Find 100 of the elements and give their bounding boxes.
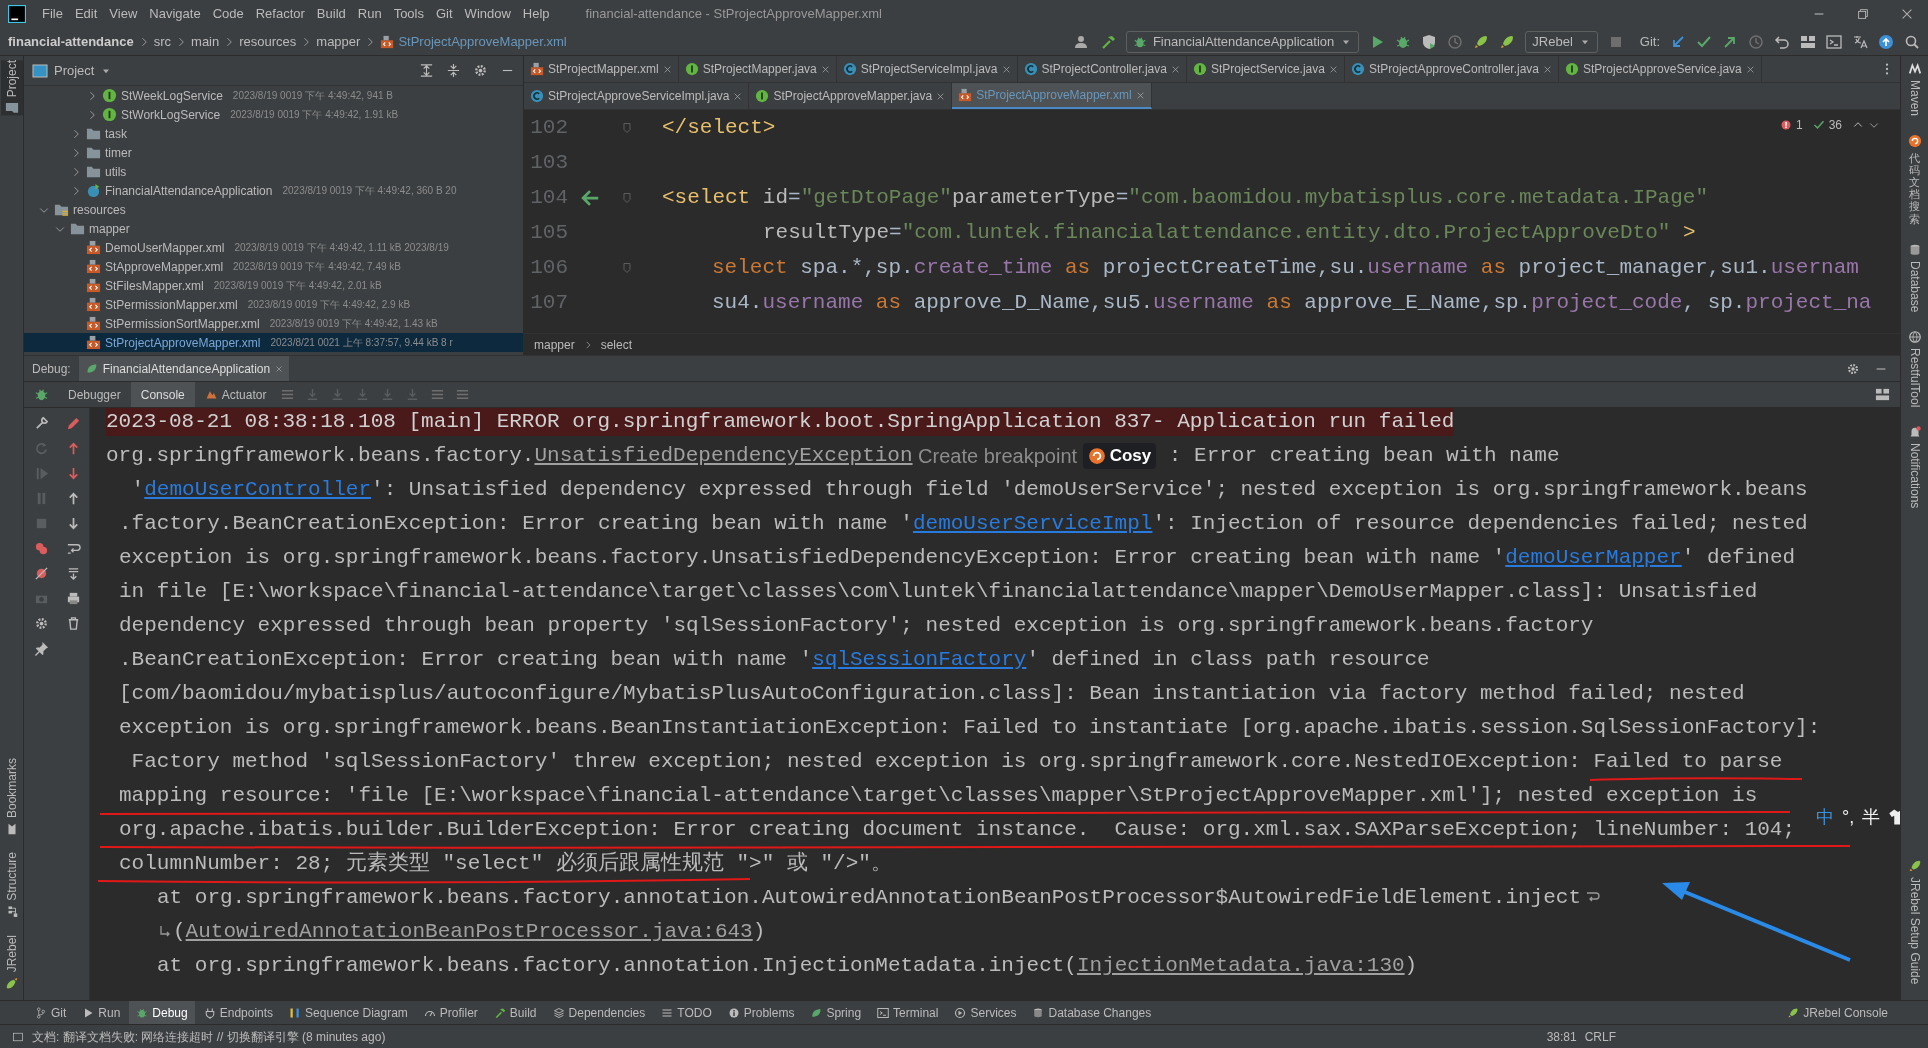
tree-item[interactable]: timer: [24, 143, 523, 162]
close-icon[interactable]: [1543, 64, 1553, 74]
translate-icon[interactable]: [1852, 33, 1868, 50]
menu-item[interactable]: Code: [206, 4, 250, 24]
undo-icon[interactable]: [1774, 33, 1790, 50]
tool-window-button[interactable]: Profiler: [416, 1001, 485, 1024]
menu-item[interactable]: Window: [458, 4, 517, 24]
side-tab[interactable]: Structure: [0, 851, 23, 919]
menu-lines-icon[interactable]: [280, 387, 296, 402]
close-icon[interactable]: [1001, 64, 1011, 74]
layout-icon[interactable]: [1875, 387, 1890, 402]
menu-item[interactable]: Navigate: [143, 4, 207, 24]
menu-item[interactable]: Help: [516, 4, 556, 24]
fold-marker-icon[interactable]: [621, 121, 633, 134]
plugin-badge[interactable]: Cosy: [1082, 443, 1157, 469]
menu-lines-icon[interactable]: [430, 387, 446, 402]
tool-window-button[interactable]: Debug: [129, 1001, 195, 1024]
breadcrumb[interactable]: financial-attendance: [8, 31, 134, 52]
fold-marker-icon[interactable]: [621, 191, 633, 204]
tree-item[interactable]: StFilesMapper.xml 2023/8/19 0019 下午 4:49:42, 2.01 kB: [24, 276, 523, 295]
editor-tab[interactable]: StProjectApproveService.java: [1559, 56, 1762, 82]
side-tab[interactable]: Bookmarks: [0, 757, 23, 836]
side-tab[interactable]: Project: [0, 60, 23, 116]
restore-icon[interactable]: [1856, 7, 1870, 21]
console-link[interactable]: AutowiredAnnotationBeanPostProcessor.java:643: [185, 918, 753, 946]
editor-tab[interactable]: StProjectApproveController.java: [1344, 56, 1560, 82]
caret-position[interactable]: 38:81: [1546, 1027, 1577, 1046]
breadcrumb[interactable]: select: [600, 335, 633, 354]
print-icon[interactable]: [66, 591, 81, 606]
menu-item[interactable]: Tools: [387, 4, 430, 24]
breadcrumb[interactable]: src: [153, 31, 172, 52]
tool-window-button[interactable]: Database Changes: [1025, 1001, 1159, 1024]
tree-item[interactable]: StPermissionSortMapper.xml 2023/8/19 0019 下午 4:49:42, 1.43 kB: [24, 314, 523, 333]
menu-item[interactable]: Run: [351, 4, 388, 24]
breadcrumb[interactable]: main: [191, 31, 220, 52]
soft-wrap-icon[interactable]: [66, 541, 81, 556]
mute-breakpoints-icon[interactable]: [33, 566, 49, 581]
shield-icon[interactable]: [1421, 33, 1438, 50]
scroll-end-icon[interactable]: [66, 566, 81, 581]
side-tab[interactable]: RestfulTool: [1905, 329, 1924, 408]
ime-button[interactable]: °,: [1842, 800, 1855, 834]
close-icon[interactable]: [820, 64, 830, 74]
menu-lines-icon[interactable]: [455, 387, 471, 402]
editor-tab[interactable]: StProjectServiceImpl.java: [836, 56, 1018, 82]
ime-button[interactable]: 中: [1816, 800, 1834, 834]
menu-item[interactable]: Build: [310, 4, 352, 24]
debug-tab[interactable]: Actuator: [194, 382, 277, 407]
menu-item[interactable]: View: [103, 4, 144, 24]
panel-title-dropdown[interactable]: Project: [54, 60, 113, 81]
editor-tab[interactable]: StProjectService.java: [1186, 56, 1345, 82]
settings-icon[interactable]: [33, 616, 49, 631]
tree-item[interactable]: task: [24, 124, 523, 143]
layout-icon[interactable]: [1800, 33, 1816, 50]
user-icon[interactable]: [1073, 33, 1090, 50]
ime-button[interactable]: 半: [1862, 800, 1881, 834]
close-icon[interactable]: [275, 364, 284, 373]
breadcrumb[interactable]: mapper: [534, 335, 575, 354]
close-icon[interactable]: [936, 91, 946, 101]
tree-item[interactable]: DemoUserMapper.xml 2023/8/19 0019 下午 4:49:42, 1.11 kB 2023/8/19: [24, 238, 523, 257]
side-tab[interactable]: Database: [1905, 242, 1924, 312]
close-icon[interactable]: [1328, 64, 1338, 74]
tree-item[interactable]: resources: [24, 200, 523, 219]
close-icon[interactable]: [1135, 90, 1145, 100]
fold-marker-icon[interactable]: [621, 261, 633, 274]
collapse-all-icon[interactable]: [446, 63, 461, 78]
breadcrumb[interactable]: StProjectApproveMapper.xml: [398, 31, 567, 52]
editor-tab[interactable]: StProjectApproveServiceImpl.java: [524, 83, 750, 109]
tree-item[interactable]: StWeekLogService 2023/8/19 0019 下午 4:49:42, 941 B: [24, 86, 523, 105]
tree-item[interactable]: mapper: [24, 219, 523, 238]
console-link[interactable]: UnsatisfiedDependencyException: [534, 442, 913, 470]
tool-window-button[interactable]: Endpoints: [196, 1001, 281, 1024]
tool-window-button[interactable]: Dependencies: [545, 1001, 653, 1024]
tool-window-button[interactable]: Problems: [720, 1001, 802, 1024]
console-link[interactable]: InjectionMetadata.java:130: [1076, 952, 1405, 980]
tree-item[interactable]: StPermissionMapper.xml 2023/8/19 0019 下午 4:49:42, 2.9 kB: [24, 295, 523, 314]
console-link[interactable]: demoUserServiceImpl: [912, 510, 1153, 538]
jrebel-dropdown[interactable]: JRebel: [1525, 30, 1598, 53]
tool-window-button[interactable]: Run: [75, 1001, 128, 1024]
editor-tab[interactable]: StProjectController.java: [1017, 56, 1187, 82]
terminal-icon[interactable]: [1826, 33, 1842, 50]
menu-item[interactable]: Edit: [68, 4, 104, 24]
tool-window-button[interactable]: Services: [947, 1001, 1024, 1024]
editor-tab[interactable]: StProjectMapper.java: [678, 56, 837, 82]
debug-tab[interactable]: Console: [130, 382, 195, 407]
breadcrumb[interactable]: mapper: [316, 31, 361, 52]
close-icon[interactable]: [1745, 64, 1755, 74]
tree-item[interactable]: utils: [24, 162, 523, 181]
expand-all-icon[interactable]: [419, 63, 434, 78]
wrench-icon[interactable]: [33, 416, 49, 431]
menu-item[interactable]: File: [36, 4, 69, 24]
search-icon[interactable]: [1904, 33, 1920, 50]
tool-window-button[interactable]: Build: [486, 1001, 544, 1024]
rocket-icon[interactable]: [1473, 33, 1490, 50]
tree-item[interactable]: FinancialAttendanceApplication 2023/8/19 0019 下午 4:49:42, 360 B 20: [24, 181, 523, 200]
tool-window-button[interactable]: JRebel Console: [1787, 1003, 1888, 1022]
check-icon[interactable]: [1812, 119, 1825, 131]
side-tab[interactable]: JRebel: [0, 934, 23, 990]
trash-icon[interactable]: [66, 616, 81, 631]
session-tab[interactable]: FinancialAttendanceApplication: [78, 356, 290, 381]
tool-window-button[interactable]: Terminal: [870, 1001, 946, 1024]
